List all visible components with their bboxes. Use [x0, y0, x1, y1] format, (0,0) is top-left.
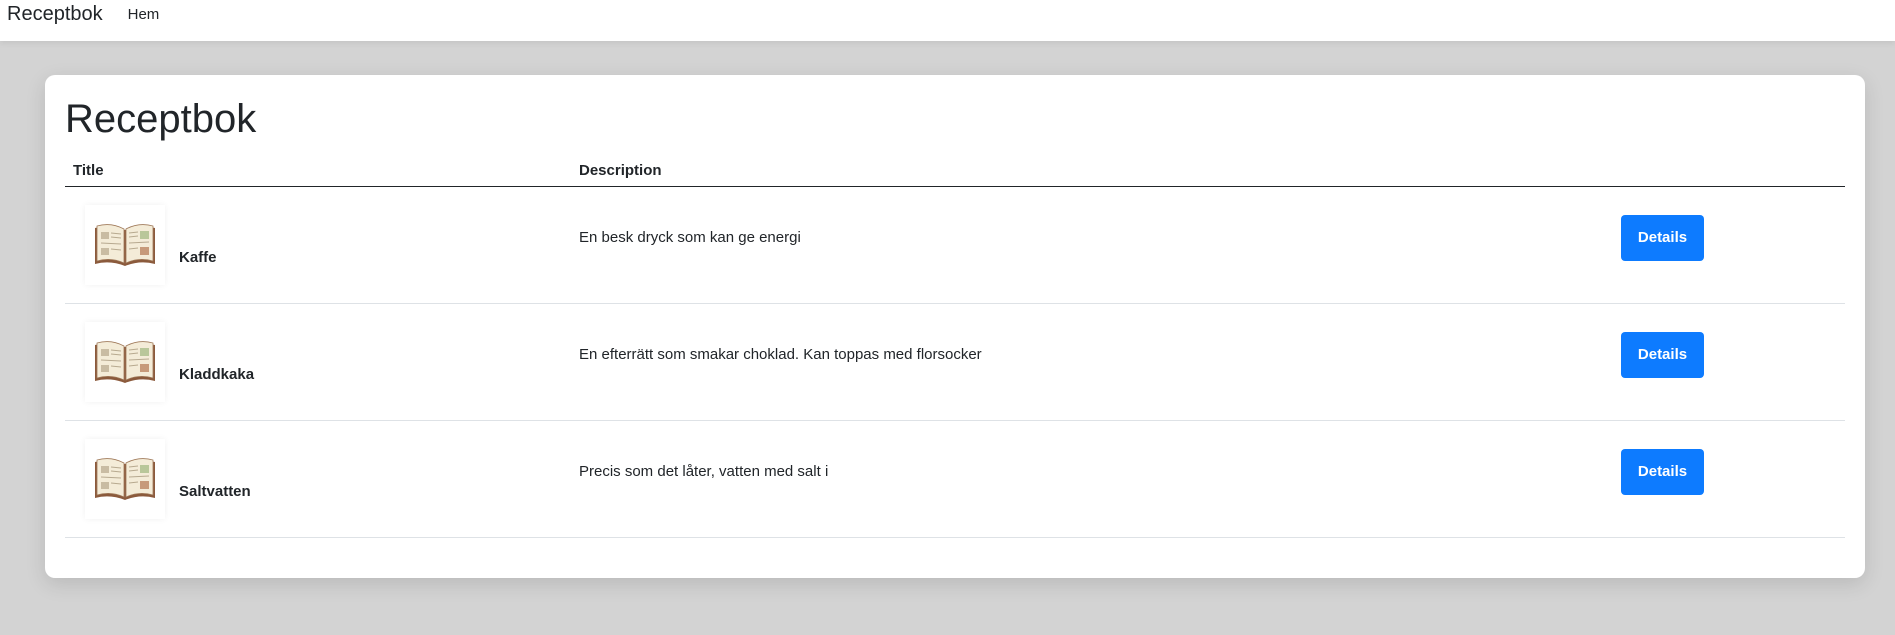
recipe-description: Precis som det låter, vatten med salt i — [579, 463, 829, 480]
column-header-description: Description — [571, 155, 1621, 187]
recipe-description: En efterrätt som smakar choklad. Kan top… — [579, 346, 982, 363]
nav-link-hem[interactable]: Hem — [128, 7, 160, 22]
column-header-actions — [1621, 155, 1845, 187]
open-book-icon — [85, 439, 165, 519]
details-button[interactable]: Details — [1621, 332, 1704, 378]
action-cell: Details — [1621, 303, 1845, 421]
details-button[interactable]: Details — [1621, 215, 1704, 261]
action-cell: Details — [1621, 420, 1845, 538]
title-cell: Saltvatten — [65, 420, 571, 538]
recipe-description: En besk dryck som kan ge energi — [579, 229, 801, 246]
recipes-card: Receptbok Title Description Kaffe En bes… — [45, 75, 1865, 578]
description-cell: En besk dryck som kan ge energi — [571, 186, 1621, 304]
table-header-row: Title Description — [65, 155, 1845, 187]
details-button[interactable]: Details — [1621, 449, 1704, 495]
column-header-title: Title — [65, 155, 571, 187]
description-cell: En efterrätt som smakar choklad. Kan top… — [571, 303, 1621, 421]
navbar-brand[interactable]: Receptbok — [7, 4, 103, 24]
recipe-title: Kladdkaka — [179, 365, 255, 383]
table-row: Kladdkaka En efterrätt som smakar chokla… — [65, 303, 1845, 421]
top-navbar: Receptbok Hem — [0, 0, 1895, 41]
page-title: Receptbok — [65, 97, 257, 141]
open-book-icon — [85, 205, 165, 285]
recipe-title: Kaffe — [179, 248, 217, 266]
action-cell: Details — [1621, 186, 1845, 304]
recipe-title: Saltvatten — [179, 482, 251, 500]
title-cell: Kladdkaka — [65, 303, 571, 421]
description-cell: Precis som det låter, vatten med salt i — [571, 420, 1621, 538]
table-row: Kaffe En besk dryck som kan ge energi De… — [65, 186, 1845, 304]
table-row: Saltvatten Precis som det låter, vatten … — [65, 420, 1845, 538]
title-cell: Kaffe — [65, 186, 571, 304]
recipes-table: Title Description Kaffe En besk dryck so… — [65, 155, 1845, 538]
open-book-icon — [85, 322, 165, 402]
